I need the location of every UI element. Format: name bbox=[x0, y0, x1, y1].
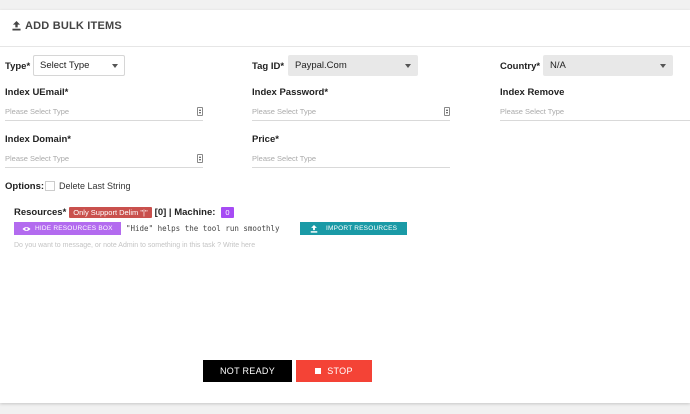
options-label: Options: bbox=[5, 181, 45, 192]
index-uemail-label: Index UEmail* bbox=[5, 87, 69, 98]
index-domain-placeholder: Please Select Type bbox=[5, 154, 70, 163]
resources-row: Resources* Only Support Delim "|" [0] | … bbox=[14, 207, 234, 218]
country-label: Country* bbox=[500, 61, 541, 72]
resources-count: [0] | Machine: bbox=[154, 207, 216, 218]
stop-icon bbox=[315, 368, 322, 374]
import-resources-label: IMPORT RESOURCES bbox=[326, 225, 398, 232]
chevron-down-icon bbox=[112, 63, 118, 68]
index-remove-label: Index Remove bbox=[500, 87, 565, 98]
upload-icon bbox=[310, 224, 318, 233]
tag-id-select-value: Paypal.Com bbox=[295, 60, 347, 71]
hide-resources-label: HIDE RESOURCES BOX bbox=[35, 225, 113, 232]
index-uemail-input[interactable]: Please Select Type bbox=[5, 105, 203, 121]
delete-last-string-checkbox[interactable] bbox=[45, 181, 55, 191]
card-title-text: ADD BULK ITEMS bbox=[25, 20, 122, 32]
eye-icon bbox=[22, 226, 31, 231]
resources-label: Resources* bbox=[14, 207, 67, 218]
hide-resources-button[interactable]: HIDE RESOURCES BOX bbox=[14, 222, 121, 235]
price-placeholder: Please Select Type bbox=[252, 154, 317, 163]
index-password-placeholder: Please Select Type bbox=[252, 107, 317, 116]
not-ready-button[interactable]: NOT READY bbox=[203, 360, 292, 382]
index-password-label: Index Password* bbox=[252, 87, 329, 98]
upload-icon bbox=[12, 21, 21, 31]
delim-badge: Only Support Delim "|" bbox=[69, 207, 152, 218]
title-divider bbox=[0, 46, 690, 47]
index-password-input[interactable]: Please Select Type bbox=[252, 105, 450, 121]
index-domain-label: Index Domain* bbox=[5, 134, 71, 145]
chevron-down-icon bbox=[405, 63, 411, 68]
stepper-icon[interactable] bbox=[197, 154, 203, 163]
stepper-icon[interactable] bbox=[444, 107, 450, 116]
hide-hint: "Hide" helps the tool run smoothly bbox=[126, 224, 280, 233]
type-label: Type* bbox=[5, 61, 31, 72]
card-title: ADD BULK ITEMS bbox=[12, 20, 122, 32]
price-input[interactable]: Please Select Type bbox=[252, 152, 450, 168]
tag-id-select[interactable]: Paypal.Com bbox=[288, 55, 418, 76]
country-select-value: N/A bbox=[550, 60, 566, 71]
tag-id-label: Tag ID* bbox=[252, 61, 285, 72]
import-resources-button[interactable]: IMPORT RESOURCES bbox=[300, 222, 408, 235]
admin-message-input[interactable]: Do you want to message, or note Admin to… bbox=[14, 242, 255, 249]
index-remove-placeholder: Please Select Type bbox=[500, 107, 565, 116]
country-select[interactable]: N/A bbox=[543, 55, 673, 76]
price-label: Price* bbox=[252, 134, 279, 145]
bulk-items-card: ADD BULK ITEMS Type* Select Type Tag ID*… bbox=[0, 10, 690, 403]
index-remove-input[interactable]: Please Select Type bbox=[500, 105, 690, 121]
chevron-down-icon bbox=[660, 63, 666, 68]
stepper-icon[interactable] bbox=[197, 107, 203, 116]
stop-button[interactable]: STOP bbox=[296, 360, 372, 382]
not-ready-label: NOT READY bbox=[219, 366, 276, 376]
stop-label: STOP bbox=[327, 366, 353, 376]
delete-last-string-label: Delete Last String bbox=[59, 181, 131, 191]
machine-count-badge: 0 bbox=[221, 207, 234, 218]
index-domain-input[interactable]: Please Select Type bbox=[5, 152, 203, 168]
type-select-value: Select Type bbox=[40, 60, 90, 71]
type-select[interactable]: Select Type bbox=[33, 55, 125, 76]
index-uemail-placeholder: Please Select Type bbox=[5, 107, 70, 116]
